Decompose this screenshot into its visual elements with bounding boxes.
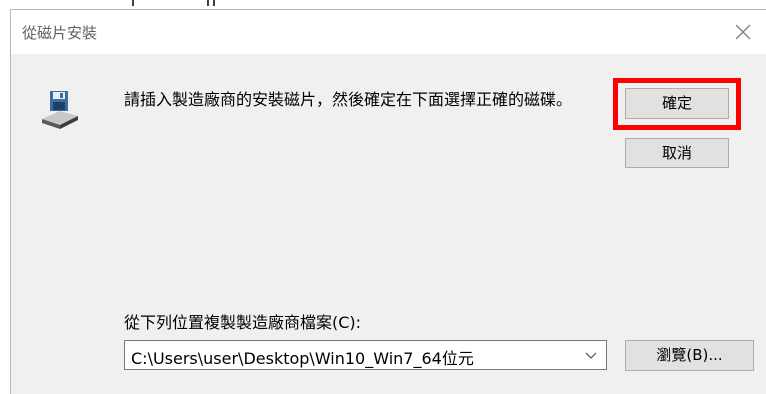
instruction-message: 請插入製造廠商的安裝磁片，然後確定在下面選擇正確的磁碟。 [124, 90, 573, 109]
cancel-button[interactable]: 取消 [625, 138, 729, 168]
close-icon [735, 24, 751, 40]
dialog-title: 從磁片安裝 [22, 24, 98, 42]
close-button[interactable] [720, 10, 766, 54]
floppy-drive-icon [42, 91, 78, 129]
copy-from-label: 從下列位置複製製造廠商檔案(C): [124, 313, 362, 332]
chevron-down-icon[interactable] [582, 343, 600, 367]
title-bar: 從磁片安裝 [11, 10, 766, 54]
background-mark [213, 0, 215, 6]
install-from-disk-dialog: 從磁片安裝 請插入製造廠商的安裝磁片，然後確定在下面選擇正確的磁碟。 確定 取消… [10, 9, 766, 394]
background-mark [132, 0, 134, 6]
browse-button[interactable]: 瀏覽(B)... [625, 340, 754, 371]
background-mark [207, 0, 209, 6]
ok-button[interactable]: 確定 [625, 88, 729, 119]
path-combobox[interactable]: C:\Users\user\Desktop\Win10_Win7_64位元 [124, 340, 607, 370]
path-value: C:\Users\user\Desktop\Win10_Win7_64位元 [131, 349, 474, 368]
